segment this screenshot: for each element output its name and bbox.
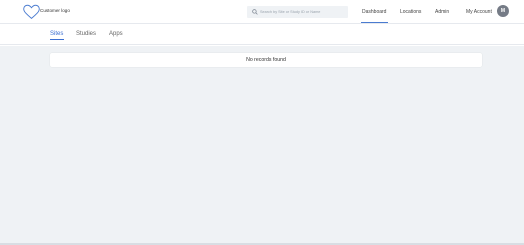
results-card: No records found: [50, 53, 482, 67]
empty-state-message: No records found: [246, 56, 286, 63]
search-input[interactable]: [260, 6, 346, 18]
nav-item-admin[interactable]: Admin: [435, 9, 449, 15]
tab-bar: Sites Studies Apps: [0, 25, 524, 45]
heart-outline-icon[interactable]: [23, 4, 40, 20]
top-navigation-bar: Customer logo Dashboard Locations Admin …: [0, 0, 524, 24]
nav-item-locations[interactable]: Locations: [400, 9, 421, 15]
search-icon: [252, 9, 258, 15]
nav-item-my-account[interactable]: My Account: [466, 9, 492, 15]
avatar[interactable]: M: [497, 5, 509, 17]
search-box[interactable]: [247, 6, 348, 18]
tab-apps[interactable]: Apps: [109, 31, 123, 37]
main-content-area: [0, 46, 524, 243]
tab-active-indicator: [50, 39, 64, 41]
brand-logo-text[interactable]: Customer logo: [40, 8, 70, 13]
tab-studies[interactable]: Studies: [76, 31, 96, 37]
tab-sites[interactable]: Sites: [50, 31, 63, 37]
nav-active-indicator: [361, 22, 388, 24]
nav-item-dashboard[interactable]: Dashboard: [362, 9, 386, 15]
